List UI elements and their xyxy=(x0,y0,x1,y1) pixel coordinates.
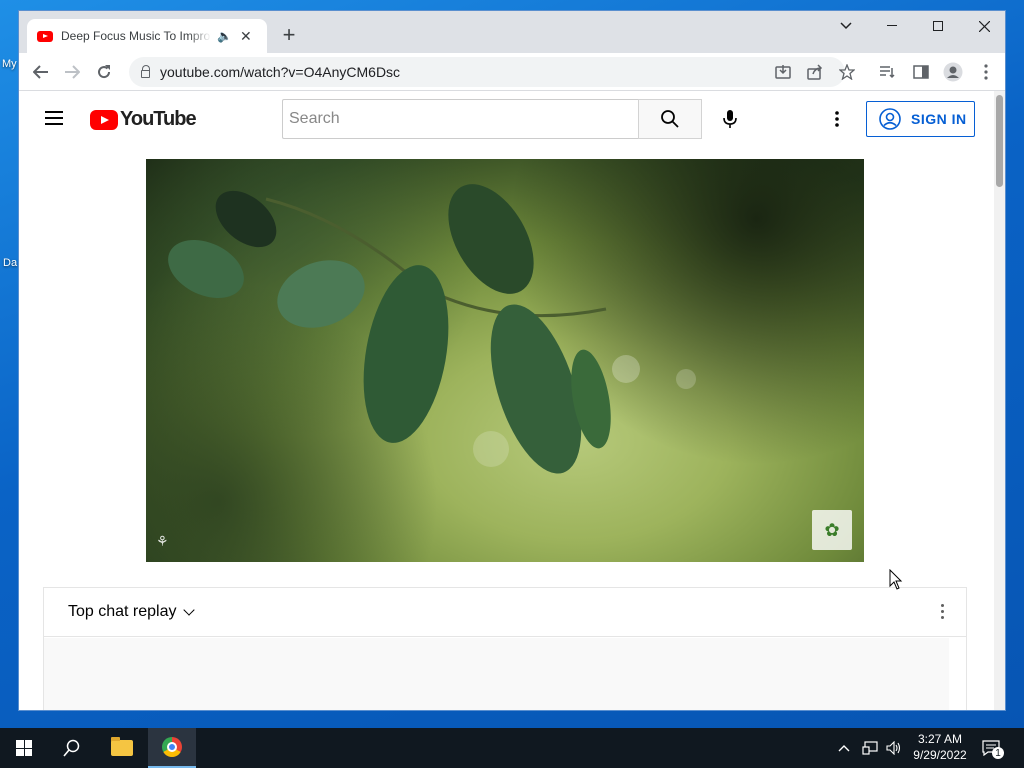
taskbar: 3:27 AM 9/29/2022 1 xyxy=(0,728,1024,768)
clock-time: 3:27 AM xyxy=(917,732,963,746)
chat-replay-panel: Top chat replay xyxy=(43,587,967,710)
volume-icon[interactable] xyxy=(886,728,902,768)
tab-strip: Deep Focus Music To Improve Concentratio… xyxy=(19,11,1005,53)
search-button[interactable] xyxy=(638,99,702,139)
browser-toolbar: youtube.com/watch?v=O4AnyCM6Dsc xyxy=(19,53,1005,91)
kebab-icon[interactable] xyxy=(976,62,996,82)
close-window-button[interactable] xyxy=(961,11,1005,41)
account-icon xyxy=(879,108,901,130)
page-scrollbar[interactable] xyxy=(994,91,1005,710)
tab-search-icon[interactable] xyxy=(823,11,869,41)
channel-watermark-icon[interactable]: ✿ xyxy=(812,510,852,550)
new-tab-button[interactable]: + xyxy=(277,23,301,47)
speaker-icon[interactable]: 🔈 xyxy=(217,29,232,43)
notification-icon[interactable]: 1 xyxy=(982,728,1012,768)
minimize-button[interactable] xyxy=(869,11,915,41)
profile-icon[interactable] xyxy=(943,62,963,82)
reload-icon[interactable] xyxy=(92,60,116,84)
chat-kebab-icon[interactable] xyxy=(941,604,944,619)
sign-in-label: SIGN IN xyxy=(911,111,967,127)
share-icon[interactable] xyxy=(807,64,823,84)
youtube-logo-text: YouTube xyxy=(120,108,197,130)
notification-badge: 1 xyxy=(992,747,1004,759)
lock-icon[interactable] xyxy=(141,65,150,78)
chat-header: Top chat replay xyxy=(44,588,966,637)
settings-kebab-icon[interactable] xyxy=(827,103,847,135)
hamburger-menu-icon[interactable] xyxy=(45,111,63,125)
channel-corner-logo-icon: ⚘ xyxy=(156,533,169,549)
windows-start-icon[interactable] xyxy=(0,728,48,768)
file-explorer-icon[interactable] xyxy=(98,728,146,768)
chevron-up-icon[interactable] xyxy=(838,728,850,768)
voice-search-button[interactable] xyxy=(710,99,750,139)
youtube-favicon-icon xyxy=(37,30,53,42)
taskbar-clock[interactable]: 3:27 AM 9/29/2022 xyxy=(908,731,972,763)
search-icon xyxy=(661,110,679,128)
youtube-logo[interactable]: YouTube xyxy=(90,108,197,131)
clock-date: 9/29/2022 xyxy=(913,748,967,762)
network-icon[interactable] xyxy=(862,728,878,768)
sign-in-button[interactable]: SIGN IN xyxy=(866,101,975,137)
search-input[interactable]: Search xyxy=(282,99,639,139)
tab-close-icon[interactable]: ✕ xyxy=(240,28,252,45)
desktop-icon-label[interactable]: Da xyxy=(3,257,17,269)
chat-messages-area xyxy=(44,638,949,710)
leaves-image xyxy=(168,184,696,474)
chat-mode-dropdown[interactable]: Top chat replay xyxy=(68,603,177,621)
install-icon[interactable] xyxy=(775,64,791,84)
page-viewport: YouTube Search SIGN IN ⚘ ✿ Top chat repl… xyxy=(19,91,1005,710)
url-text[interactable]: youtube.com/watch?v=O4AnyCM6Dsc xyxy=(160,64,400,80)
microphone-icon xyxy=(723,110,737,128)
reading-list-icon[interactable] xyxy=(877,62,897,82)
search-icon[interactable] xyxy=(48,728,96,768)
youtube-header: YouTube Search SIGN IN xyxy=(19,91,994,147)
scrollbar-thumb[interactable] xyxy=(996,95,1003,187)
forward-icon[interactable] xyxy=(60,60,84,84)
chrome-icon[interactable] xyxy=(148,728,196,768)
star-icon[interactable] xyxy=(838,63,856,84)
chevron-down-icon[interactable] xyxy=(182,604,195,616)
tab-title: Deep Focus Music To Improve Concentratio… xyxy=(61,29,211,43)
browser-window: Deep Focus Music To Improve Concentratio… xyxy=(18,10,1006,711)
browser-tab[interactable]: Deep Focus Music To Improve Concentratio… xyxy=(27,19,267,53)
side-panel-icon[interactable] xyxy=(911,62,931,82)
back-icon[interactable] xyxy=(29,60,53,84)
youtube-play-icon xyxy=(90,109,118,130)
video-player[interactable]: ⚘ ✿ xyxy=(146,159,864,562)
mouse-cursor-icon xyxy=(889,569,903,590)
maximize-button[interactable] xyxy=(915,11,961,41)
desktop-icon-label[interactable]: My xyxy=(2,58,17,70)
address-bar[interactable]: youtube.com/watch?v=O4AnyCM6Dsc xyxy=(129,57,856,87)
